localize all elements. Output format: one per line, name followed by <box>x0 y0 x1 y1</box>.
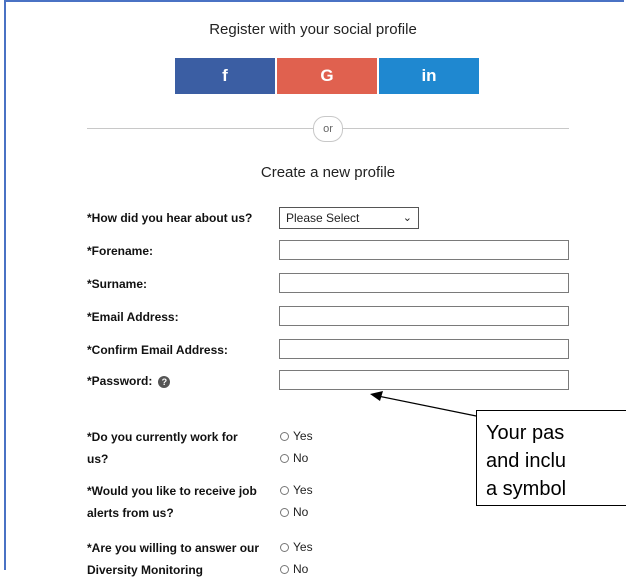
alerts-yes-option[interactable]: Yes <box>280 483 313 497</box>
work-label: *Do you currently work for us? <box>87 428 238 468</box>
work-label-line-1: *Do you currently work for <box>87 430 238 444</box>
alerts-no-option[interactable]: No <box>280 505 308 519</box>
diversity-yes-option[interactable]: Yes <box>280 540 313 554</box>
alerts-label: *Would you like to receive job alerts fr… <box>87 482 257 522</box>
password-tooltip-callout: Your pas and inclu a symbol <box>476 410 626 506</box>
callout-line-1: Your pas <box>486 422 565 444</box>
alerts-label-line-2: alerts from us? <box>87 506 174 520</box>
radio-icon[interactable] <box>280 431 289 441</box>
diversity-label: *Are you willing to answer our Diversity… <box>87 539 259 579</box>
callout-line-3: a symbol <box>486 478 567 500</box>
radio-icon[interactable] <box>280 453 289 463</box>
diversity-no-option[interactable]: No <box>280 562 308 576</box>
alerts-label-line-1: *Would you like to receive job <box>87 484 257 498</box>
work-yes-option[interactable]: Yes <box>280 429 313 443</box>
radio-icon[interactable] <box>280 542 289 552</box>
work-label-line-2: us? <box>87 452 109 466</box>
diversity-label-line-1: *Are you willing to answer our <box>87 541 260 555</box>
callout-line-2: and inclu <box>486 450 567 472</box>
radio-icon[interactable] <box>280 564 289 574</box>
radio-icon[interactable] <box>280 485 289 495</box>
work-no-option[interactable]: No <box>280 451 308 465</box>
radio-icon[interactable] <box>280 507 289 517</box>
diversity-label-line-2: Diversity Monitoring <box>87 563 204 577</box>
